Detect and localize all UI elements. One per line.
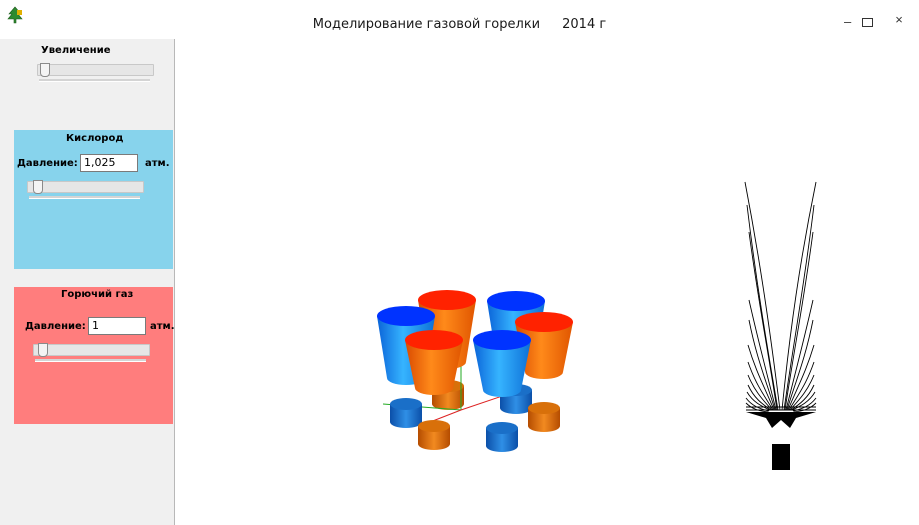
nozzle-cylinder (390, 398, 422, 428)
window-title-text: Моделирование газовой горелки (312, 17, 541, 32)
fuel-slider-track[interactable] (33, 344, 150, 356)
burner-tip-icon (746, 412, 816, 428)
simulation-canvas[interactable] (175, 39, 919, 525)
fuel-gas-title: Горючий газ (61, 289, 134, 300)
fuel-slider-divider (35, 359, 146, 362)
oxygen-pressure-label: Давление: (17, 158, 78, 169)
oxygen-unit-label: атм. (145, 158, 170, 169)
oxygen-slider-track[interactable] (27, 181, 144, 193)
fuel-pressure-label: Давление: (25, 321, 86, 332)
fuel-pressure-input[interactable]: 1 (88, 317, 146, 335)
window-title-year: 2014 г (562, 17, 607, 32)
oxygen-title: Кислород (66, 133, 124, 144)
maximize-button[interactable] (862, 18, 873, 27)
oxygen-slider-divider (29, 196, 140, 199)
gas-jet-lines (744, 181, 817, 413)
nozzle-cylinder (486, 422, 518, 452)
zoom-label: Увеличение (41, 45, 111, 56)
minimize-button[interactable]: – (844, 14, 851, 29)
zoom-slider-thumb[interactable] (40, 63, 50, 77)
zoom-slider-divider (39, 79, 150, 82)
close-button[interactable]: × (882, 12, 916, 32)
nozzle-cylinder (528, 402, 560, 432)
burner-base-block (772, 444, 790, 470)
title-bar: Моделирование газовой горелки 2014 г – × (0, 0, 919, 39)
fuel-slider-thumb[interactable] (38, 343, 48, 357)
fuel-unit-label: атм. (150, 321, 175, 332)
oxygen-panel (14, 130, 173, 269)
oxygen-slider-thumb[interactable] (33, 180, 43, 194)
nozzle-cylinder (418, 420, 450, 450)
window-title: Моделирование газовой горелки 2014 г (0, 17, 919, 32)
zoom-slider-track[interactable] (37, 64, 154, 76)
oxygen-pressure-input[interactable]: 1,025 (80, 154, 138, 172)
control-sidebar (0, 39, 175, 525)
